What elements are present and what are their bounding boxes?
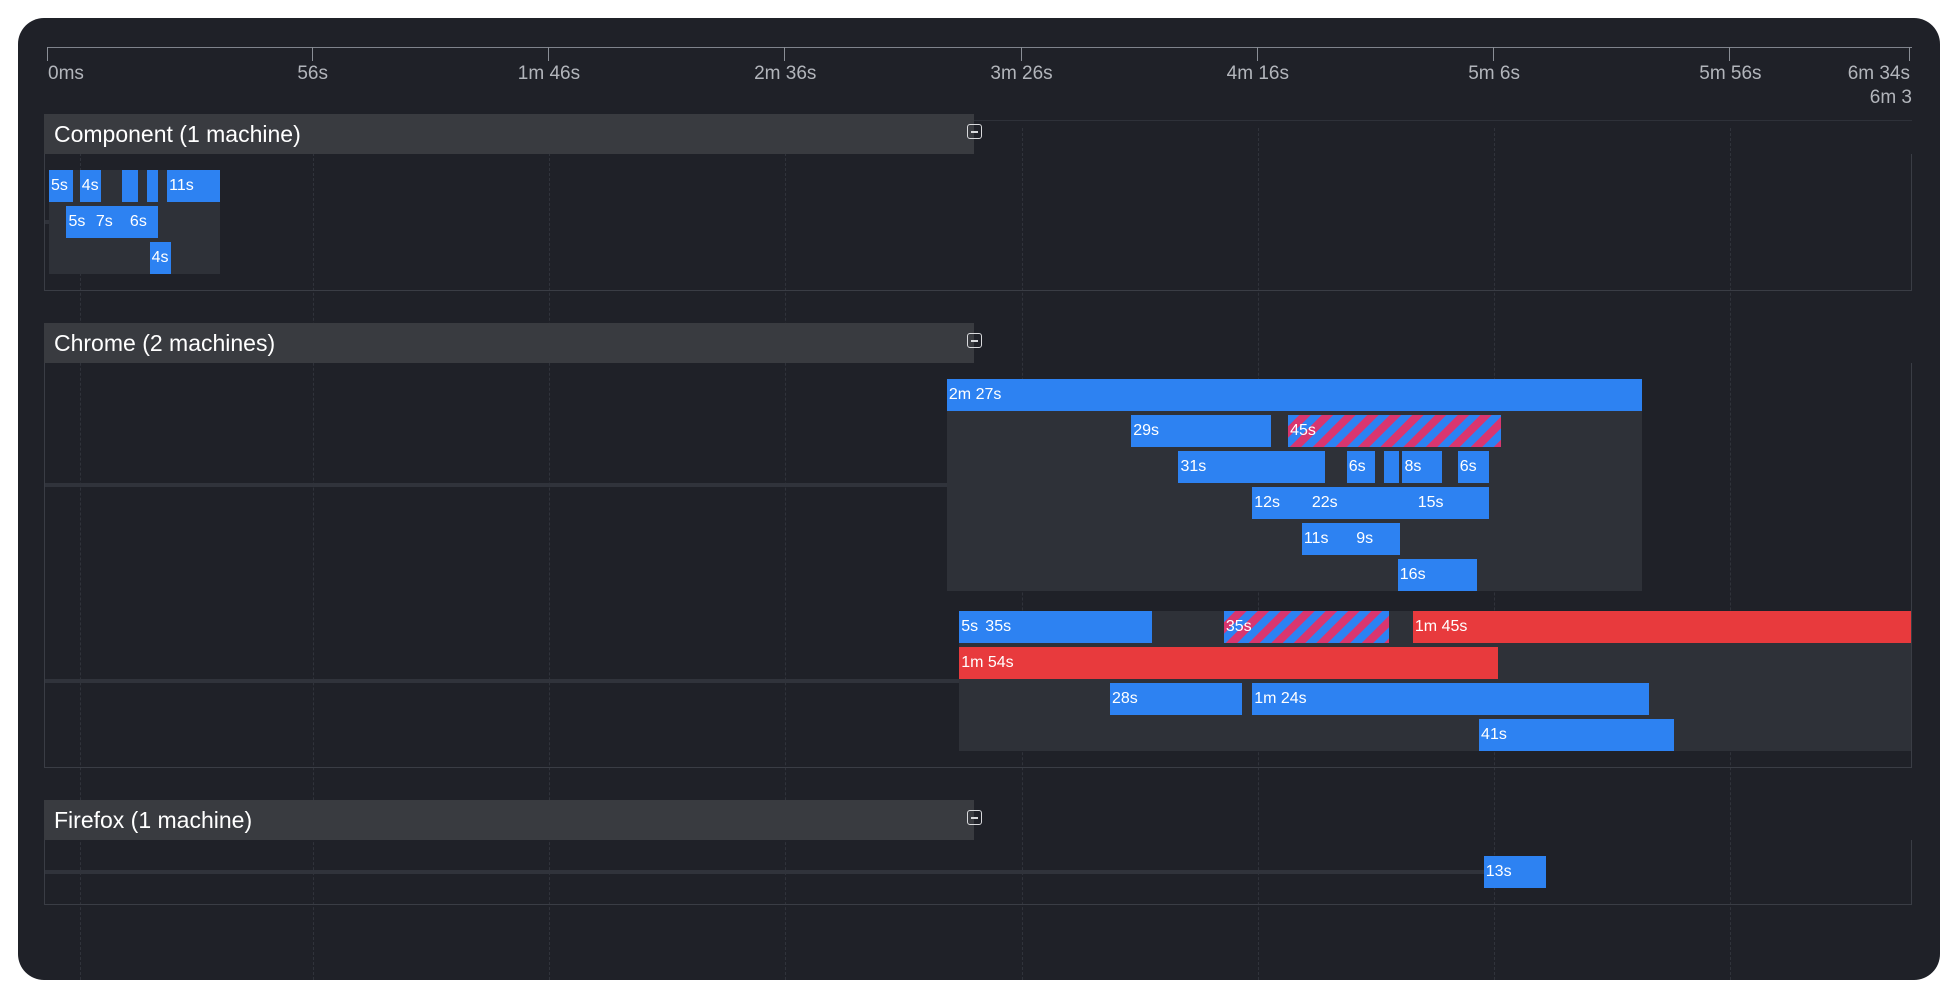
test-bar[interactable]: 11s	[167, 170, 220, 202]
test-bar[interactable]: 6s	[127, 206, 158, 238]
test-bar[interactable]: 41s	[1479, 719, 1674, 751]
axis-tick-label: 3m 26s	[990, 63, 1053, 84]
test-bar[interactable]: 22s	[1309, 487, 1416, 519]
timeline-panel: 0ms 56s 1m 46s 2m 36s 3m 26s 4m 16s 5m 6s 5m 56…	[18, 18, 1940, 980]
machine-track	[45, 220, 49, 224]
test-bar[interactable]: 15s	[1415, 487, 1489, 519]
group-title: Chrome (2 machines)	[54, 330, 276, 356]
group-body: 5s 4s 11s 5s 7s 6s 4s	[44, 154, 1912, 291]
test-bar[interactable]: 2m 27s	[946, 379, 1642, 411]
test-bar[interactable]: 5s	[66, 206, 94, 238]
group-title: Firefox (1 machine)	[54, 807, 253, 833]
test-bar[interactable]	[121, 170, 138, 202]
machine-track	[45, 870, 1484, 874]
axis-tick-label: 6m 34s	[1847, 63, 1910, 84]
axis-tick-label: 0ms	[48, 63, 84, 84]
axis-tick-label: 5m 56s	[1699, 63, 1762, 84]
axis-tick	[312, 47, 313, 61]
group-header: Component (1 machine)	[44, 114, 982, 154]
group-body: 2m 27s 29s 45s 31s 6s 8s 6s 12s 22s 15s 11s 9s 16s 5s…	[44, 363, 1912, 768]
test-bar[interactable]: 4s	[79, 170, 102, 202]
test-bar[interactable]: 4s	[149, 242, 172, 274]
axis-tick	[47, 47, 48, 61]
test-bar[interactable]: 6s	[1457, 451, 1490, 483]
test-bar[interactable]: 11s	[1301, 523, 1355, 555]
test-bar[interactable]: 1m 54s	[959, 647, 1498, 679]
test-bar[interactable]: 7s	[93, 206, 128, 238]
axis-tick	[1257, 47, 1258, 61]
group-header: Chrome (2 machines)	[44, 323, 982, 363]
test-bar[interactable]: 13s	[1483, 856, 1546, 888]
axis-tick-label: 5m 6s	[1468, 63, 1520, 84]
test-bar[interactable]: 31s	[1178, 451, 1325, 483]
group-header: Firefox (1 machine)	[44, 800, 982, 840]
group-body: 13s	[44, 840, 1912, 905]
machine-track	[45, 679, 960, 683]
axis-tick-label: 4m 16s	[1226, 63, 1289, 84]
test-bar[interactable]: 28s	[1109, 683, 1243, 715]
test-bar[interactable]: 1m 24s	[1252, 683, 1650, 715]
test-bar[interactable]: 6s	[1346, 451, 1376, 483]
axis-overflow-label: 6m 3	[1869, 87, 1912, 108]
axis-tick-label: 56s	[297, 63, 328, 84]
test-bar[interactable]: 29s	[1131, 415, 1271, 447]
test-bar[interactable]: 8s	[1402, 451, 1442, 483]
test-bar[interactable]: 12s	[1252, 487, 1310, 519]
axis-tick	[548, 47, 549, 61]
test-bar[interactable]	[1384, 451, 1400, 483]
axis-tick	[1729, 47, 1730, 61]
test-bar[interactable]	[147, 170, 158, 202]
axis-tick	[784, 47, 785, 61]
collapse-icon[interactable]	[967, 333, 982, 348]
group-title: Component (1 machine)	[54, 121, 301, 147]
axis-tick-label: 2m 36s	[754, 63, 817, 84]
test-bar[interactable]: 16s	[1397, 559, 1477, 591]
collapse-icon[interactable]	[967, 124, 982, 139]
test-bar[interactable]: 5s	[49, 170, 73, 202]
test-bar[interactable]: 5s	[959, 611, 984, 643]
time-axis: 0ms 56s 1m 46s 2m 36s 3m 26s 4m 16s 5m 6s 5m 56…	[18, 18, 1940, 128]
machine-track	[45, 483, 947, 487]
test-bar[interactable]: 1m 45s	[1412, 611, 1911, 643]
collapse-icon[interactable]	[967, 810, 982, 825]
axis-tick	[1909, 47, 1910, 61]
axis-tick	[1493, 47, 1494, 61]
axis-line	[47, 47, 1912, 48]
axis-tick	[1021, 47, 1022, 61]
test-bar[interactable]: 35s	[1223, 611, 1390, 643]
axis-tick-label: 1m 46s	[517, 63, 581, 84]
test-bar[interactable]: 45s	[1288, 415, 1501, 447]
test-bar[interactable]: 35s	[983, 611, 1152, 643]
test-bar[interactable]: 9s	[1354, 523, 1401, 555]
